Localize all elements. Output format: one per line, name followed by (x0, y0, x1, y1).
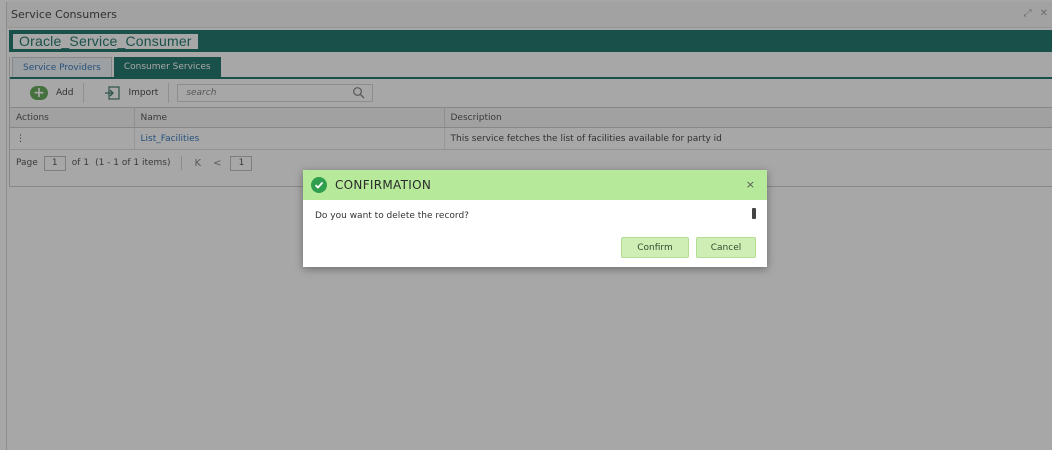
dialog-header: CONFIRMATION × (303, 170, 767, 200)
check-circle-icon (311, 177, 327, 193)
confirm-button[interactable]: Confirm (621, 237, 689, 258)
dialog-title: CONFIRMATION (335, 178, 432, 192)
dialog-message: Do you want to delete the record? (315, 211, 469, 221)
dialog-scrollbar[interactable] (752, 208, 756, 219)
cancel-button[interactable]: Cancel (696, 237, 756, 258)
close-icon[interactable]: × (746, 178, 755, 191)
confirmation-dialog: CONFIRMATION × Do you want to delete the… (303, 170, 767, 267)
